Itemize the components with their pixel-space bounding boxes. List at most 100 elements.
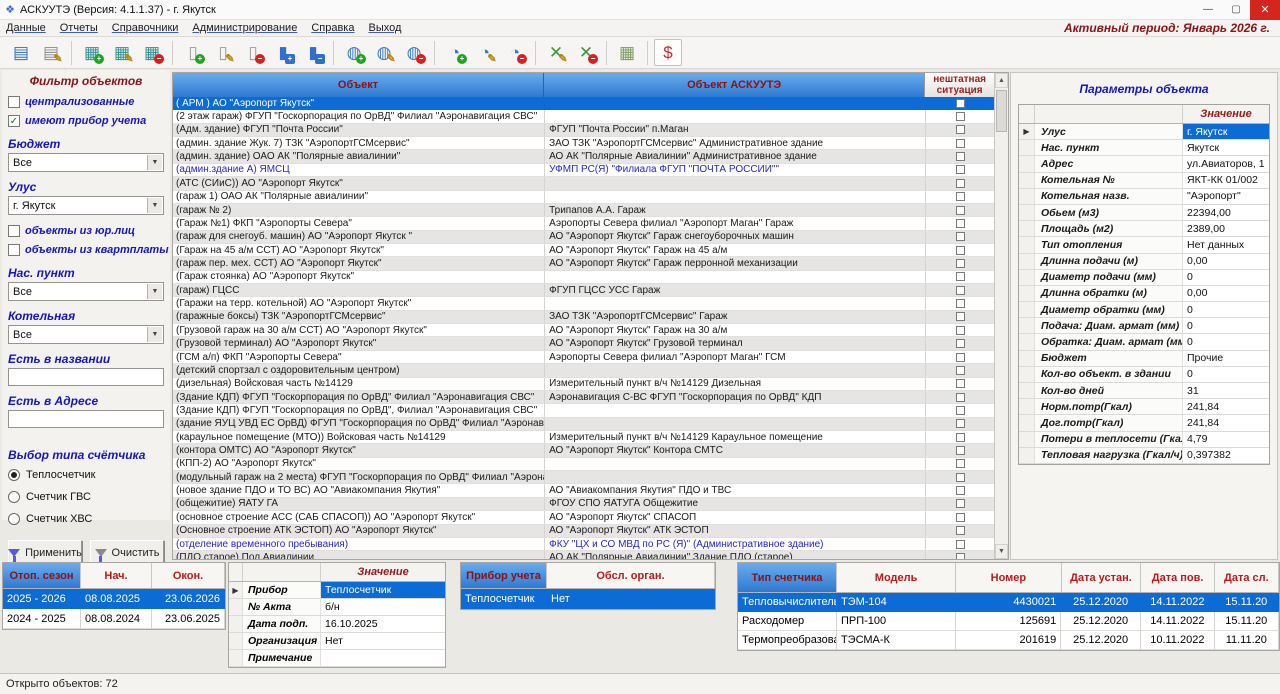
- object-row[interactable]: (Здание КДП) ФГУП "Госкорпорация по ОрВД…: [173, 404, 994, 417]
- param-row[interactable]: Площадь (м2)2389,00: [1019, 221, 1269, 237]
- param-value[interactable]: Нет данных: [1183, 237, 1269, 252]
- column-header-object[interactable]: Объект: [173, 73, 544, 97]
- object-row[interactable]: (гараж № 2)Трипапов А.А. Гараж: [173, 204, 994, 217]
- object-add-icon[interactable]: ▯+: [179, 39, 207, 66]
- rent-objects-checkbox[interactable]: [8, 244, 20, 256]
- object-row[interactable]: (Грузовой терминал) АО "Аэропорт Якутск"…: [173, 337, 994, 350]
- doc-minus-icon[interactable]: ▮−: [299, 39, 327, 66]
- device-prop-row[interactable]: ▶ПриборТеплосчетчик: [229, 582, 445, 599]
- object-row[interactable]: (ГСМ а/п) ФКП "Аэропорты Севера"Аэропорт…: [173, 351, 994, 364]
- has-meter-checkbox-row[interactable]: имеют прибор учета: [8, 113, 164, 129]
- param-row[interactable]: Диаметр обратки (мм)0: [1019, 302, 1269, 318]
- emergency-checkbox[interactable]: [956, 286, 965, 295]
- device-prop-row[interactable]: Дата подп.16.10.2025: [229, 616, 445, 633]
- object-row[interactable]: (Здание КДП) ФГУП "Госкорпорация по ОрВД…: [173, 391, 994, 404]
- param-row[interactable]: Кол-во дней31: [1019, 383, 1269, 399]
- column-header-askuute[interactable]: Объект АСКУУТЭ: [544, 73, 925, 97]
- param-row[interactable]: БюджетПрочие: [1019, 351, 1269, 367]
- column-header-Номер[interactable]: Номер: [956, 563, 1061, 593]
- emergency-checkbox[interactable]: [956, 219, 965, 228]
- object-row[interactable]: (гаражные боксы) ТЗК "АэропортГСМсервис"…: [173, 311, 994, 324]
- param-row[interactable]: Дог.потр(Гкал)241,84: [1019, 415, 1269, 431]
- has-meter-checkbox[interactable]: [8, 115, 20, 127]
- column-header-Дата сл.[interactable]: Дата сл.: [1215, 563, 1279, 593]
- param-row[interactable]: ▶Улусг. Якутск: [1019, 124, 1269, 140]
- param-value[interactable]: 31: [1183, 383, 1269, 398]
- column-header-Отоп. сезон[interactable]: Отоп. сезон: [3, 563, 81, 589]
- emergency-checkbox[interactable]: [956, 326, 965, 335]
- ulus-combo[interactable]: г. Якутск ▼: [8, 196, 164, 215]
- chevron-down-icon[interactable]: ▼: [147, 155, 162, 170]
- param-row[interactable]: Подача: Диам. армат (мм)0: [1019, 318, 1269, 334]
- param-value[interactable]: 0,00: [1183, 286, 1269, 301]
- cold-water-radio-row[interactable]: Счетчик ХВС: [8, 510, 164, 528]
- object-row[interactable]: ( АРМ ) АО "Аэропорт Якутск": [173, 97, 994, 110]
- param-row[interactable]: Норм.потр(Гкал)241,84: [1019, 399, 1269, 415]
- scroll-up-icon[interactable]: ▲: [995, 73, 1008, 88]
- meter-add-icon[interactable]: ◍+: [340, 39, 368, 66]
- menu-item-Справочники[interactable]: Справочники: [112, 22, 179, 34]
- emergency-checkbox[interactable]: [956, 540, 965, 549]
- emergency-checkbox[interactable]: [956, 526, 965, 535]
- param-value[interactable]: 0,00: [1183, 254, 1269, 269]
- emergency-checkbox[interactable]: [956, 99, 965, 108]
- device-prop-row[interactable]: ОрганизацияНет: [229, 633, 445, 650]
- emergency-checkbox[interactable]: [956, 125, 965, 134]
- object-row[interactable]: (Основное строение АТК ЭСТОП) АО "Аэропо…: [173, 525, 994, 538]
- param-value[interactable]: 22394,00: [1183, 205, 1269, 220]
- column-header-Дата пов.[interactable]: Дата пов.: [1141, 563, 1214, 593]
- emergency-checkbox[interactable]: [956, 353, 965, 362]
- param-value[interactable]: 241,84: [1183, 415, 1269, 430]
- object-row[interactable]: (Гараж на 45 а/м ССТ) АО "Аэропорт Якутс…: [173, 244, 994, 257]
- object-row[interactable]: (модульный гараж на 2 места) ФГУП "Госко…: [173, 471, 994, 484]
- param-row[interactable]: Длинна обратки (м)0,00: [1019, 286, 1269, 302]
- object-row[interactable]: (новое здание ПДО и ТО ВС) АО "Авиакомпа…: [173, 484, 994, 497]
- gauge-edit-icon[interactable]: ◔✎: [471, 39, 499, 66]
- object-row[interactable]: (гараж) ГЦССФГУП ГЦСС УСС Гараж: [173, 284, 994, 297]
- doc-plus-icon[interactable]: ▮+: [269, 39, 297, 66]
- object-row[interactable]: (ПДО старое) Пол.АвиалинииАО АК "Полярны…: [173, 551, 994, 559]
- legal-objects-checkbox[interactable]: [8, 225, 20, 237]
- close-button[interactable]: ✕: [1250, 0, 1280, 20]
- journal-icon[interactable]: ▤: [7, 39, 35, 66]
- param-row[interactable]: Обьем (м3)22394,00: [1019, 205, 1269, 221]
- column-header-Окон.[interactable]: Окон.: [152, 563, 225, 589]
- emergency-checkbox[interactable]: [956, 206, 965, 215]
- chevron-down-icon[interactable]: ▼: [147, 284, 162, 299]
- emergency-checkbox[interactable]: [956, 165, 965, 174]
- param-value[interactable]: 241,84: [1183, 399, 1269, 414]
- meter-row[interactable]: РасходомерПРП-10012569125.12.202014.11.2…: [738, 612, 1279, 631]
- param-value[interactable]: 4,79: [1183, 432, 1269, 447]
- meter-org-row[interactable]: ТеплосчетчикНет: [461, 589, 715, 609]
- heat-meter-radio-row[interactable]: Теплосчетчик: [8, 466, 164, 484]
- report-icon[interactable]: ▤✎: [37, 39, 65, 66]
- param-value[interactable]: 0: [1183, 318, 1269, 333]
- object-edit-icon[interactable]: ▯✎: [209, 39, 237, 66]
- param-value[interactable]: 0: [1183, 367, 1269, 382]
- object-row[interactable]: (Грузовой гараж на 30 а/м ССТ) АО "Аэроп…: [173, 324, 994, 337]
- emergency-checkbox[interactable]: [956, 192, 965, 201]
- device-prop-value[interactable]: б/н: [321, 599, 445, 615]
- centralized-checkbox-row[interactable]: централизованные: [8, 94, 164, 110]
- column-header-emergency[interactable]: нештатная ситуация: [925, 73, 994, 97]
- menu-item-Администрирование[interactable]: Администрирование: [192, 22, 297, 34]
- emergency-checkbox[interactable]: [956, 419, 965, 428]
- object-row[interactable]: (гараж 1) ОАО АК "Полярные авиалинии": [173, 191, 994, 204]
- object-delete-icon[interactable]: ▯−: [239, 39, 267, 66]
- column-header-Дата устан.[interactable]: Дата устан.: [1062, 563, 1142, 593]
- chevron-down-icon[interactable]: ▼: [147, 198, 162, 213]
- object-row[interactable]: (отделение временного пребывания)ФКУ "ЦХ…: [173, 538, 994, 551]
- param-row[interactable]: Нас. пунктЯкутск: [1019, 140, 1269, 156]
- emergency-checkbox[interactable]: [956, 459, 965, 468]
- param-value[interactable]: "Аэропорт": [1183, 189, 1269, 204]
- calc-edit-icon[interactable]: ▦✎: [108, 39, 136, 66]
- object-row[interactable]: (детский спортзал с оздоровительным цент…: [173, 364, 994, 377]
- meter-delete-icon[interactable]: ◍−: [400, 39, 428, 66]
- repair-delete-icon[interactable]: ✕−: [572, 39, 600, 66]
- param-value[interactable]: ЯКТ-КК 01/002: [1183, 173, 1269, 188]
- param-row[interactable]: Котельная №ЯКТ-КК 01/002: [1019, 173, 1269, 189]
- column-header-Обсл. орган.[interactable]: Обсл. орган.: [547, 563, 715, 589]
- meter-row[interactable]: ТермопреобразовательТЭСМА-К20161925.12.2…: [738, 631, 1279, 650]
- tariff-icon[interactable]: $: [654, 39, 682, 66]
- gauge-delete-icon[interactable]: ◔−: [501, 39, 529, 66]
